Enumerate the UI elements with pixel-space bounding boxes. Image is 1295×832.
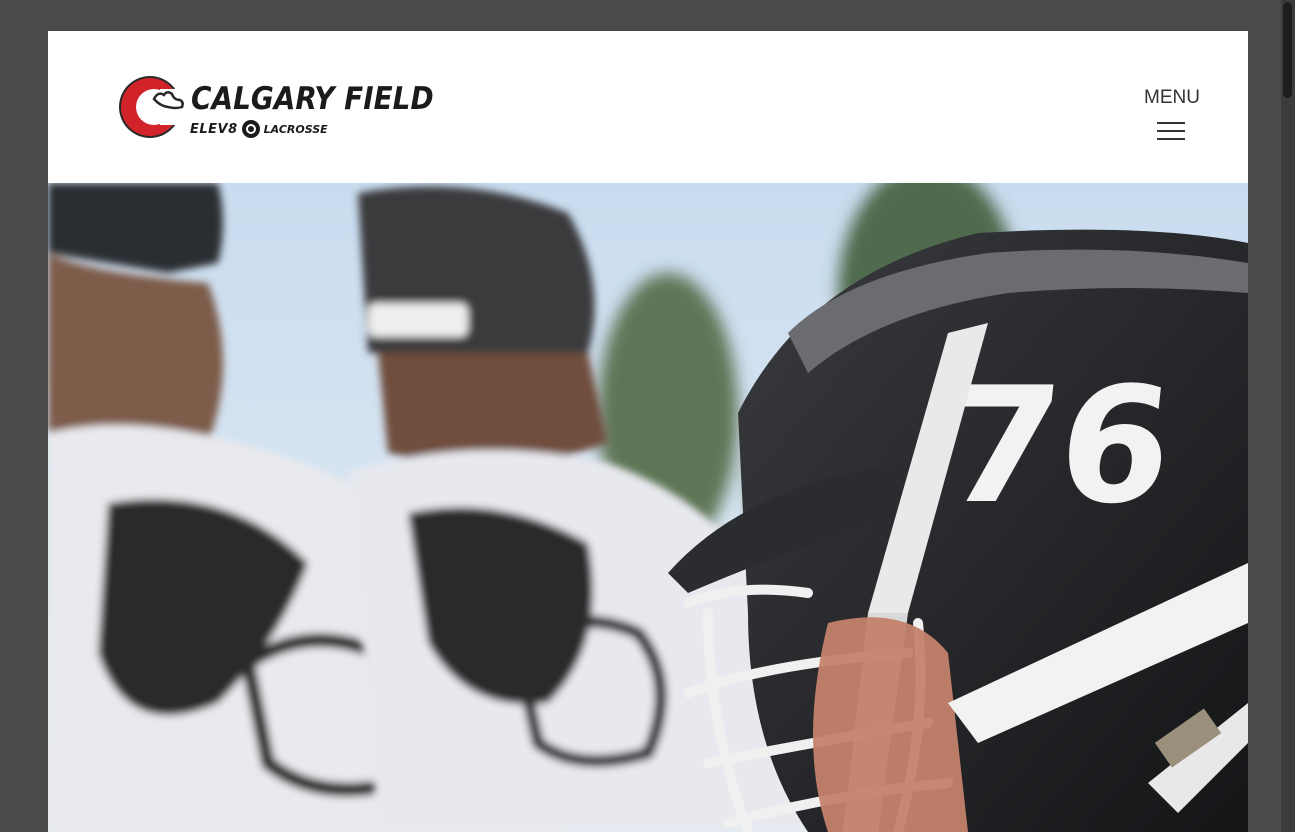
logo-subline: ELEV8 LACROSSE xyxy=(190,119,328,139)
logo-emblem-icon xyxy=(119,76,190,138)
jersey-number: 76 xyxy=(939,352,1181,538)
site-logo[interactable]: CALGARY FIELD ELEV8 LACROSSE xyxy=(114,75,434,143)
hero-image: 76 xyxy=(48,183,1248,832)
menu-label: MENU xyxy=(1144,87,1200,108)
lacrosse-ball-icon xyxy=(241,120,260,138)
logo-wordmark: CALGARY FIELD xyxy=(191,81,434,117)
logo-sub-left: ELEV8 xyxy=(190,121,238,137)
logo-sub-right: LACROSSE xyxy=(263,122,328,136)
menu-button[interactable]: MENU xyxy=(1142,87,1202,147)
scrollbar-thumb[interactable] xyxy=(1283,2,1292,98)
hamburger-icon xyxy=(1157,122,1187,142)
page: CALGARY FIELD ELEV8 LACROSSE MENU 76 xyxy=(48,31,1248,832)
hero-photo: 76 xyxy=(48,183,1248,832)
site-header: CALGARY FIELD ELEV8 LACROSSE MENU xyxy=(48,31,1248,183)
scrollbar[interactable] xyxy=(1281,0,1295,832)
